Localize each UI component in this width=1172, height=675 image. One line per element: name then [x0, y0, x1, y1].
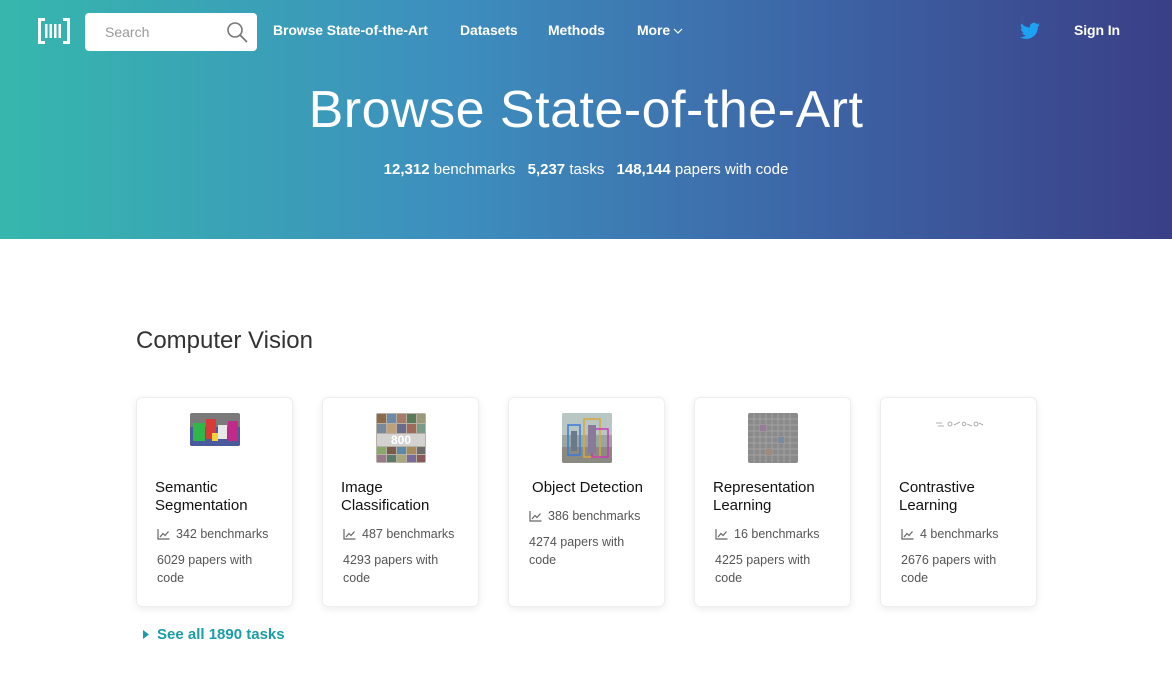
nav-datasets[interactable]: Datasets	[460, 22, 518, 38]
papers-count: 4293 papers with code	[343, 553, 439, 585]
task-card-contrastive-learning[interactable]: Contrastive Learning 4 benchmarks 2676 p…	[880, 397, 1037, 607]
task-thumbnail	[748, 413, 798, 463]
task-card-image-classification[interactable]: 800 Image Classification 487 benchmarks …	[322, 397, 479, 607]
caret-right-icon	[143, 630, 149, 639]
benchmarks-row: 342 benchmarks	[157, 527, 268, 541]
task-thumbnail	[562, 413, 612, 463]
chart-line-icon	[343, 528, 356, 540]
see-all-tasks-link[interactable]: See all 1890 tasks	[143, 626, 285, 643]
nav-methods[interactable]: Methods	[548, 22, 605, 38]
hero-banner: Browse State-of-the-Art Datasets Methods…	[0, 0, 1172, 239]
task-card-representation-learning[interactable]: Representation Learning 16 benchmarks 42…	[694, 397, 851, 607]
chart-line-icon	[715, 528, 728, 540]
stat-benchmarks-label: benchmarks	[433, 161, 516, 178]
chevron-down-icon	[673, 28, 683, 34]
stats-bar: 12,312 benchmarks 5,237 tasks 148,144 pa…	[0, 161, 1172, 178]
task-title: Image Classification	[341, 479, 430, 514]
page-title: Browse State-of-the-Art	[308, 81, 864, 139]
stat-tasks: 5,237 tasks	[528, 161, 605, 178]
benchmarks-count: 342 benchmarks	[176, 527, 269, 541]
benchmarks-count: 4 benchmarks	[920, 527, 999, 541]
see-all-tasks-label: See all 1890 tasks	[157, 626, 285, 643]
task-card-object-detection[interactable]: Object Detection 386 benchmarks 4274 pap…	[508, 397, 665, 607]
benchmarks-row: 4 benchmarks	[901, 527, 999, 541]
nav-browse-sota[interactable]: Browse State-of-the-Art	[273, 22, 428, 38]
stat-papers-count: 148,144	[616, 161, 671, 178]
benchmarks-count: 386 benchmarks	[548, 509, 641, 523]
papers-count: 2676 papers with code	[901, 553, 997, 585]
task-title: Semantic Segmentation	[155, 479, 248, 514]
benchmarks-count: 16 benchmarks	[734, 527, 820, 541]
chart-line-icon	[901, 528, 914, 540]
sign-in-link[interactable]: Sign In	[1074, 22, 1120, 38]
task-title: Representation Learning	[713, 479, 815, 514]
task-thumbnail: 800	[376, 413, 426, 463]
task-thumbnail	[936, 421, 984, 427]
logo-icon[interactable]	[38, 18, 70, 44]
papers-count: 6029 papers with code	[157, 553, 253, 585]
chart-line-icon	[529, 510, 542, 522]
search-box[interactable]	[85, 13, 257, 51]
search-icon[interactable]	[226, 21, 248, 43]
stat-papers-label: papers with code	[674, 161, 789, 178]
nav-more[interactable]: More	[637, 22, 683, 38]
search-input[interactable]	[85, 13, 220, 51]
benchmarks-row: 16 benchmarks	[715, 527, 819, 541]
task-title: Contrastive Learning	[899, 479, 975, 514]
papers-count: 4225 papers with code	[715, 553, 811, 585]
stat-benchmarks-count: 12,312	[383, 161, 430, 178]
benchmarks-count: 487 benchmarks	[362, 527, 455, 541]
stat-benchmarks: 12,312 benchmarks	[384, 161, 516, 178]
papers-count: 4274 papers with code	[529, 535, 625, 567]
benchmarks-row: 487 benchmarks	[343, 527, 454, 541]
stat-tasks-label: tasks	[569, 161, 605, 178]
svg-text:800: 800	[391, 433, 411, 447]
task-card-semantic-segmentation[interactable]: Semantic Segmentation 342 benchmarks 602…	[136, 397, 293, 607]
benchmarks-row: 386 benchmarks	[529, 509, 640, 523]
nav-more-label: More	[637, 22, 671, 38]
task-title: Object Detection	[532, 479, 643, 496]
stat-papers: 148,144 papers with code	[617, 161, 789, 178]
chart-line-icon	[157, 528, 170, 540]
section-title: Computer Vision	[136, 327, 313, 354]
task-thumbnail	[190, 413, 240, 446]
twitter-icon[interactable]	[1020, 22, 1040, 40]
stat-tasks-count: 5,237	[527, 161, 566, 178]
